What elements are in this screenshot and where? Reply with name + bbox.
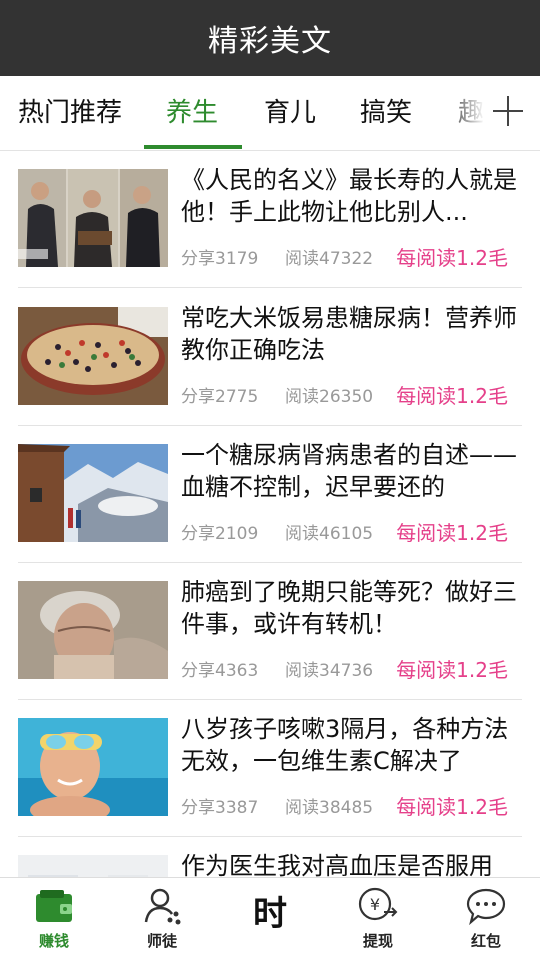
article-thumbnail bbox=[18, 581, 168, 679]
chat-bubble-icon bbox=[466, 888, 506, 926]
article-title[interactable]: 一个糖尿病肾病患者的自述——血糖不控制，迟早要还的 bbox=[181, 439, 521, 503]
time-char-icon: 时 bbox=[253, 894, 287, 934]
nav-withdraw[interactable]: ¥ 提现 bbox=[324, 878, 432, 961]
yuan-coin-icon: ¥ bbox=[358, 887, 398, 921]
tab-parenting[interactable]: 育儿 bbox=[264, 76, 316, 150]
read-count: 阅读34736 bbox=[285, 661, 374, 681]
share-count: 分享2775 bbox=[181, 387, 259, 407]
tab-funny[interactable]: 搞笑 bbox=[360, 76, 412, 150]
read-count: 阅读38485 bbox=[285, 798, 374, 818]
article-title[interactable]: 《人民的名义》最长寿的人就是他！手上此物让他比别人... bbox=[181, 164, 521, 228]
user-share-icon bbox=[144, 888, 181, 925]
active-tab-indicator bbox=[144, 145, 242, 149]
wallet-icon bbox=[36, 890, 72, 922]
nav-label: 赚钱 bbox=[38, 932, 69, 950]
article-thumbnail bbox=[18, 718, 168, 816]
article-thumbnail bbox=[18, 444, 168, 542]
article-item[interactable]: 八岁孩子咳嗽3隔月，各种方法无效，一包维生素C解决了 分享3387 阅读3848… bbox=[18, 699, 522, 837]
reward-rate: 每阅读1.2毛 bbox=[396, 795, 508, 819]
article-title[interactable]: 常吃大米饭易患糖尿病！营养师教你正确吃法 bbox=[181, 302, 521, 366]
nav-label: 红包 bbox=[470, 932, 501, 950]
nav-time[interactable]: 时 bbox=[216, 878, 324, 961]
nav-mentor[interactable]: 师徒 bbox=[108, 878, 216, 961]
svg-text:¥: ¥ bbox=[370, 895, 380, 914]
article-item[interactable]: 肺癌到了晚期只能等死？做好三件事，或许有转机！ 分享4363 阅读34736 每… bbox=[18, 562, 522, 700]
article-item[interactable]: 一个糖尿病肾病患者的自述——血糖不控制，迟早要还的 分享2109 阅读46105… bbox=[18, 425, 522, 563]
reward-rate: 每阅读1.2毛 bbox=[396, 246, 508, 270]
plus-icon[interactable] bbox=[490, 94, 526, 130]
share-count: 分享2109 bbox=[181, 524, 259, 544]
reward-rate: 每阅读1.2毛 bbox=[396, 384, 508, 408]
article-thumbnail bbox=[18, 169, 168, 267]
tab-health[interactable]: 养生 bbox=[166, 76, 218, 150]
article-item[interactable]: 常吃大米饭易患糖尿病！营养师教你正确吃法 分享2775 阅读26350 每阅读1… bbox=[18, 288, 522, 426]
share-count: 分享3179 bbox=[181, 249, 259, 269]
app-header: 精彩美文 bbox=[0, 0, 540, 76]
share-count: 分享4363 bbox=[181, 661, 259, 681]
share-count: 分享3387 bbox=[181, 798, 259, 818]
reward-rate: 每阅读1.2毛 bbox=[396, 521, 508, 545]
article-title[interactable]: 八岁孩子咳嗽3隔月，各种方法无效，一包维生素C解决了 bbox=[181, 713, 521, 777]
page-title: 精彩美文 bbox=[208, 24, 332, 59]
tab-hot[interactable]: 热门推荐 bbox=[18, 76, 122, 150]
nav-label: 师徒 bbox=[146, 932, 177, 950]
read-count: 阅读47322 bbox=[285, 249, 374, 269]
article-title[interactable]: 肺癌到了晚期只能等死？做好三件事，或许有转机！ bbox=[181, 576, 521, 640]
nav-redpacket[interactable]: 红包 bbox=[432, 878, 540, 961]
nav-label: 提现 bbox=[362, 932, 393, 950]
bottom-navigation: 赚钱 师徒 时 ¥ 提现 红包 bbox=[0, 877, 540, 961]
article-thumbnail bbox=[18, 307, 168, 405]
reward-rate: 每阅读1.2毛 bbox=[396, 658, 508, 682]
read-count: 阅读26350 bbox=[285, 387, 374, 407]
read-count: 阅读46105 bbox=[285, 524, 374, 544]
nav-earn[interactable]: 赚钱 bbox=[0, 878, 108, 961]
article-item[interactable]: 《人民的名义》最长寿的人就是他！手上此物让他比别人... 分享3179 阅读47… bbox=[18, 150, 522, 288]
